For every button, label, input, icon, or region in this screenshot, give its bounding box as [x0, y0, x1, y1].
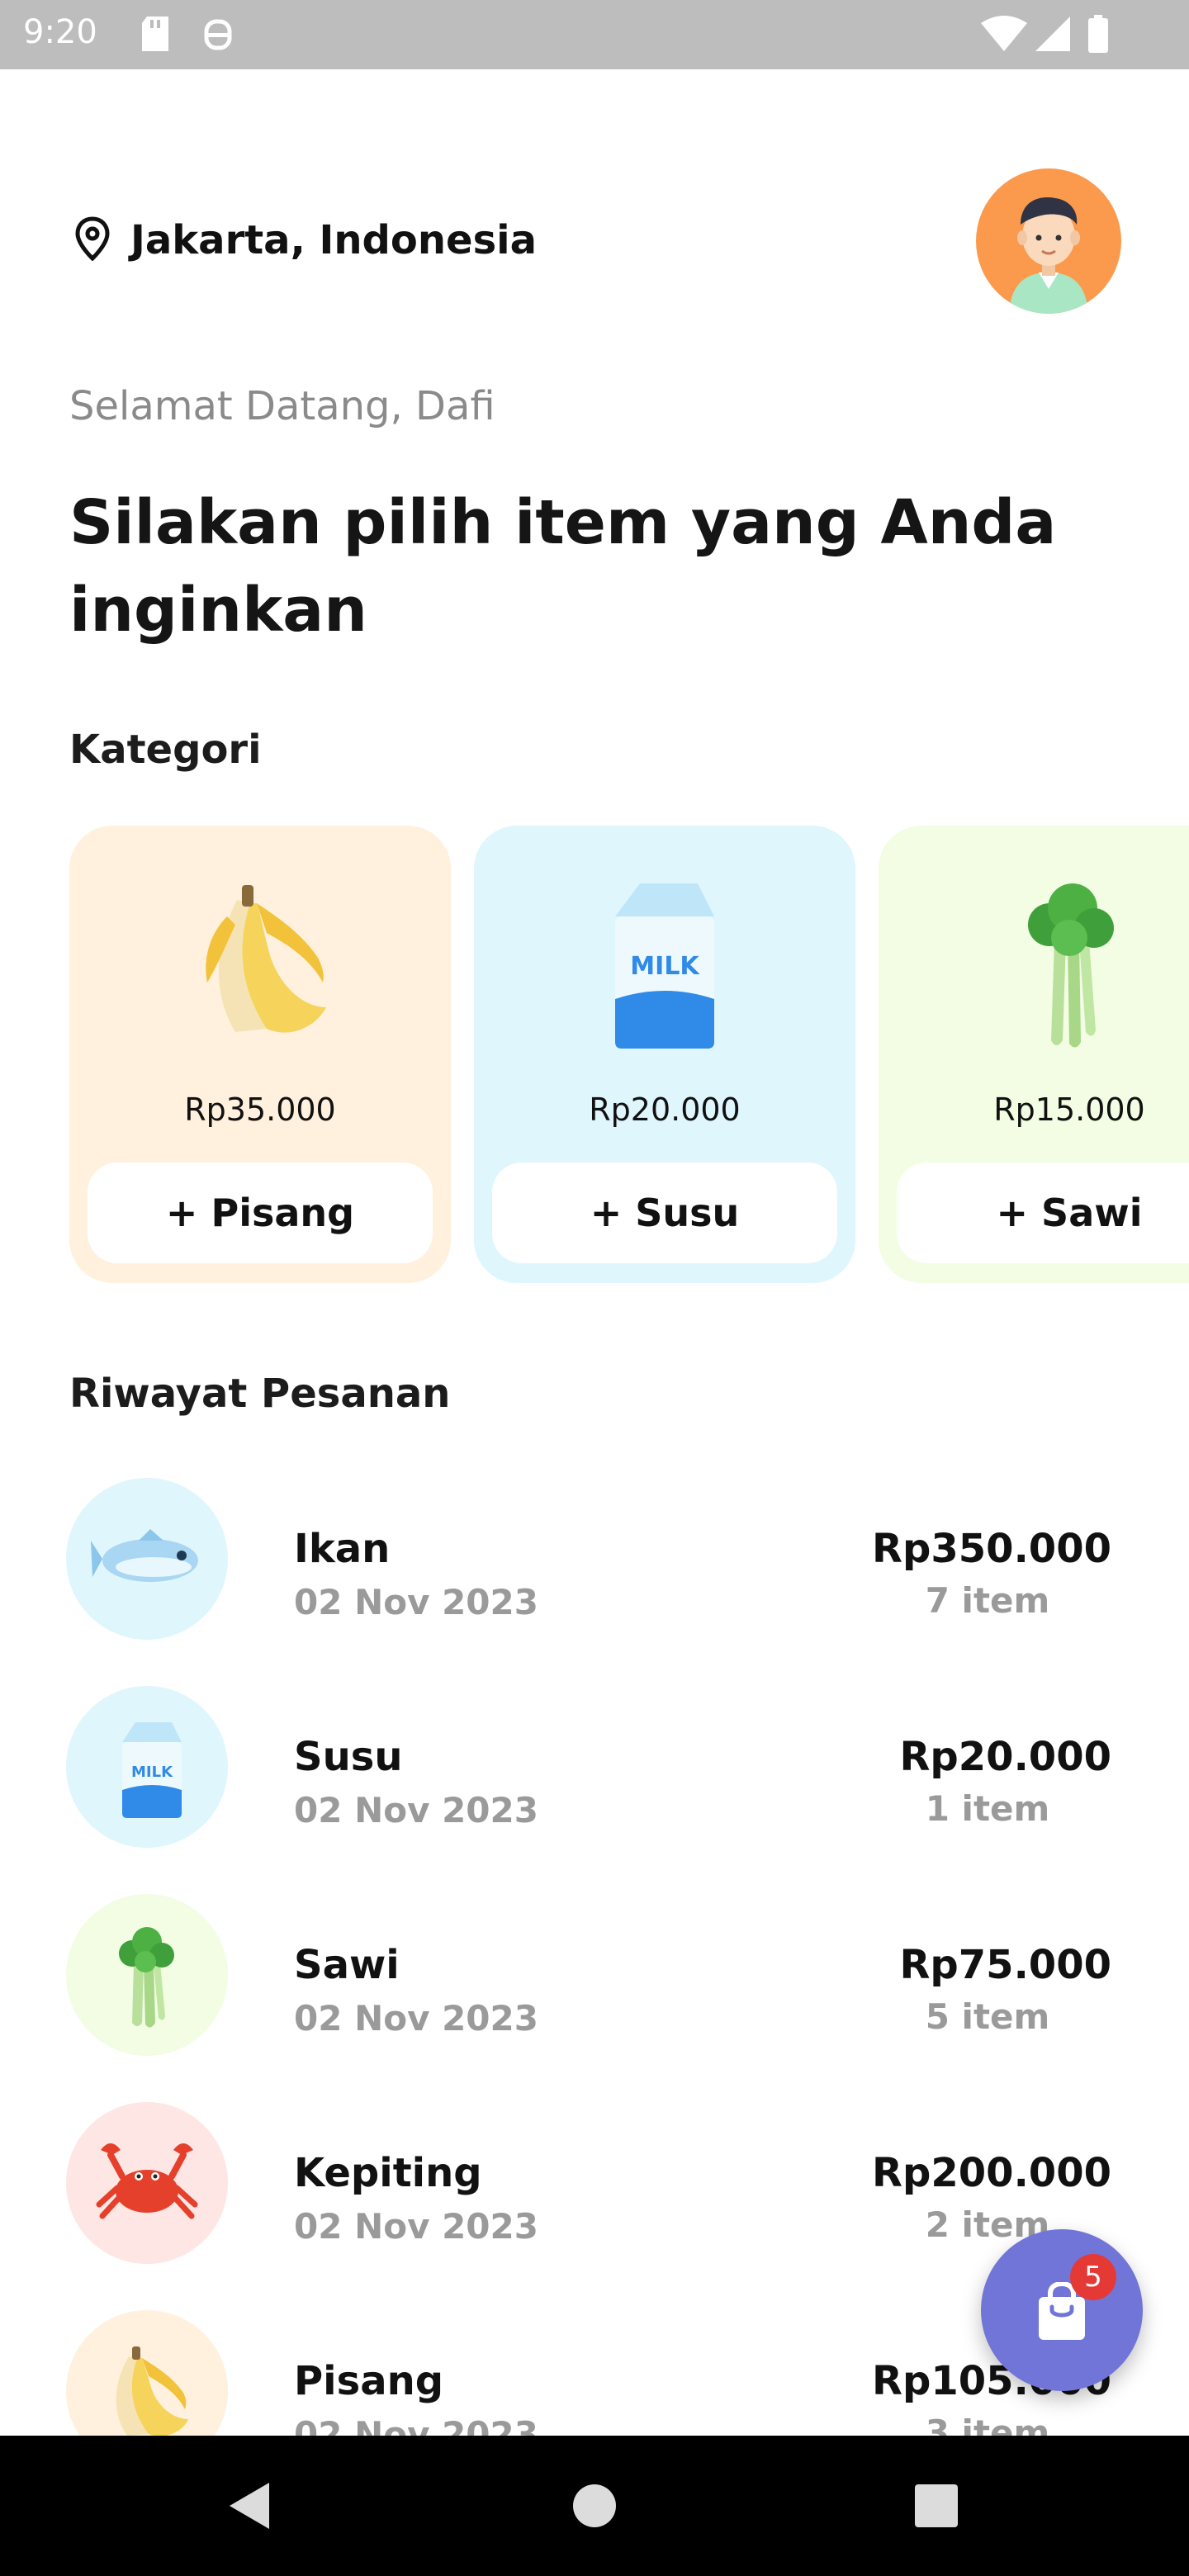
status-time: 9:20: [23, 13, 97, 51]
categories-title: Kategori: [69, 727, 262, 773]
cart-button[interactable]: 5: [981, 2229, 1143, 2391]
celery-icon: [987, 867, 1152, 1057]
signal-icon: [1034, 15, 1072, 56]
add-sawi-button[interactable]: + Sawi: [897, 1163, 1189, 1263]
order-count: 1 item: [925, 1788, 1050, 1829]
wifi-icon: [979, 15, 1029, 56]
location-label: Jakarta, Indonesia: [130, 217, 538, 263]
order-name: Kepiting: [294, 2150, 482, 2196]
order-count: 7 item: [925, 1580, 1050, 1621]
category-price: Rp15.000: [993, 1091, 1145, 1128]
order-price: Rp20.000: [899, 1734, 1111, 1780]
order-date: 02 Nov 2023: [294, 1998, 538, 2039]
order-name: Susu: [294, 1734, 403, 1780]
svg-text:MILK: MILK: [131, 1764, 173, 1781]
home-button[interactable]: [537, 2436, 652, 2576]
milk-carton-icon: MILK: [66, 1686, 228, 1848]
category-price: Rp20.000: [589, 1091, 741, 1128]
page-title: Silakan pilih item yang Anda inginkan: [69, 487, 1057, 646]
sd-card-icon: [139, 15, 172, 56]
list-item[interactable]: Sawi 02 Nov 2023 Rp75.000 5 item: [0, 1894, 1189, 2059]
list-item[interactable]: Kepiting 02 Nov 2023 Rp200.000 2 item: [0, 2102, 1189, 2267]
location[interactable]: Jakarta, Indonesia: [74, 211, 537, 269]
debug-icon: [201, 15, 234, 56]
add-pisang-button[interactable]: + Pisang: [88, 1163, 433, 1263]
back-button[interactable]: [192, 2436, 307, 2576]
svg-text:MILK: MILK: [630, 952, 700, 981]
recents-button[interactable]: [879, 2436, 994, 2576]
cart-count-badge: 5: [1070, 2254, 1116, 2300]
order-name: Pisang: [294, 2358, 444, 2404]
order-price: Rp350.000: [872, 1526, 1111, 1572]
fish-icon: [66, 1478, 228, 1640]
category-carousel[interactable]: Rp35.000 + Pisang MILK Rp20.000 + Susu R…: [69, 826, 1189, 1285]
list-item[interactable]: Ikan 02 Nov 2023 Rp350.000 7 item: [0, 1478, 1189, 1643]
category-card-pisang[interactable]: Rp35.000 + Pisang: [69, 826, 451, 1283]
celery-icon: [66, 1894, 228, 2056]
order-price: Rp200.000: [872, 2150, 1111, 2196]
order-count: 3 item: [925, 2413, 1050, 2436]
order-date: 02 Nov 2023: [294, 2206, 538, 2247]
location-pin-icon: [74, 216, 111, 264]
category-card-sawi[interactable]: Rp15.000 + Sawi: [879, 826, 1189, 1283]
list-item[interactable]: MILK Susu 02 Nov 2023 Rp20.000 1 item: [0, 1686, 1189, 1851]
navigation-bar: [0, 2436, 1189, 2576]
order-price: Rp75.000: [899, 1942, 1111, 1988]
order-count: 5 item: [925, 1996, 1050, 2037]
order-date: 02 Nov 2023: [294, 2414, 538, 2436]
order-name: Ikan: [294, 1526, 391, 1572]
category-price: Rp35.000: [184, 1091, 336, 1128]
order-name: Sawi: [294, 1942, 400, 1988]
add-susu-button[interactable]: + Susu: [492, 1163, 837, 1263]
battery-icon: [1087, 15, 1110, 56]
order-date: 02 Nov 2023: [294, 1790, 538, 1830]
banana-icon: [66, 2310, 228, 2436]
greeting-text: Selamat Datang, Dafi: [69, 383, 495, 429]
category-card-susu[interactable]: MILK Rp20.000 + Susu: [474, 826, 855, 1283]
order-history-title: Riwayat Pesanan: [69, 1371, 451, 1417]
banana-icon: [178, 867, 343, 1057]
milk-carton-icon: MILK: [582, 867, 747, 1057]
crab-icon: [66, 2102, 228, 2264]
avatar[interactable]: [976, 168, 1121, 314]
status-bar: 9:20: [0, 0, 1189, 69]
order-date: 02 Nov 2023: [294, 1582, 538, 1622]
